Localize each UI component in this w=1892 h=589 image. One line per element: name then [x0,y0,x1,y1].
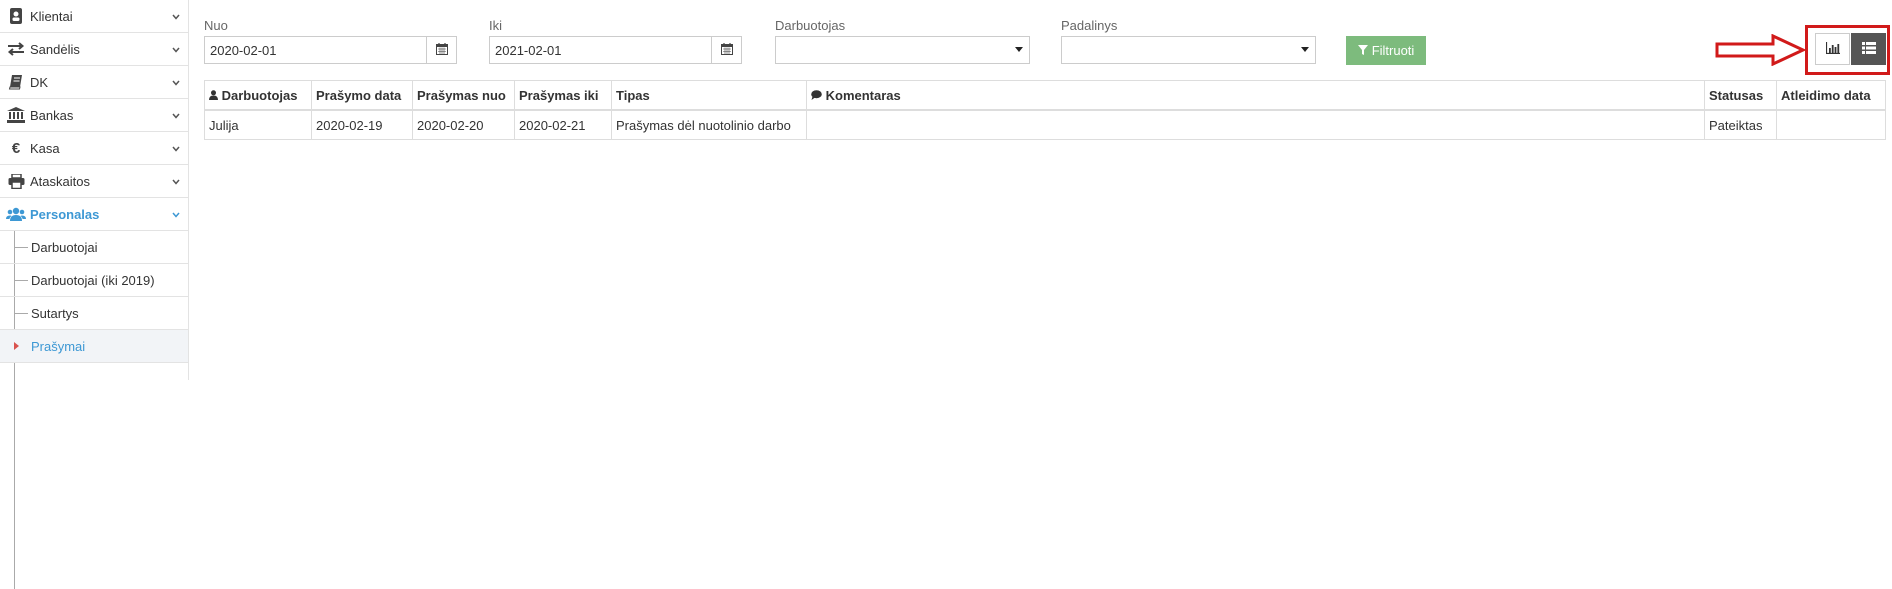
column-header-request-from[interactable]: Prašymas nuo [412,80,515,111]
department-select[interactable] [1061,36,1316,64]
column-header-label: Komentaras [825,87,901,103]
department-label: Padalinys [1061,18,1118,33]
from-calendar-button[interactable] [427,36,457,64]
calendar-icon [720,42,733,58]
cell-request-to: 2020-02-21 [514,109,612,140]
sidebar-item-label: Ataskaitos [30,173,90,189]
sidebar-subitem-prasymai[interactable]: Prašymai [0,330,188,363]
employee-label: Darbuotojas [775,18,846,33]
filter-button-label: Filtruoti [1371,43,1415,58]
sidebar-submenu: Darbuotojai Darbuotojai (iki 2019) Sutar… [0,231,188,589]
user-icon [209,88,218,103]
printer-icon [6,171,26,191]
book-icon [6,72,26,92]
caret-down-icon [1015,47,1023,52]
employee-select[interactable] [775,36,1030,64]
table-header-row: Darbuotojas Prašymo data Prašymas nuo Pr… [204,80,1886,111]
cell-comment [806,109,1705,140]
sidebar-item-klientai[interactable]: Klientai [0,0,188,33]
sidebar-item-label: Klientai [30,8,73,24]
column-header-request-to[interactable]: Prašymas iki [514,80,612,111]
sidebar-item-sandelis[interactable]: Sandėlis [0,33,188,66]
column-header-comment[interactable]: Komentaras [806,80,1705,111]
list-view-button[interactable] [1851,33,1886,65]
sidebar-item-label: Kasa [30,140,60,156]
table-row[interactable]: Julija 2020-02-19 2020-02-20 2020-02-21 … [204,109,1886,140]
sidebar-item-bankas[interactable]: Bankas [0,99,188,132]
cell-dismissal-date [1776,109,1886,140]
active-marker-icon [14,342,19,350]
cell-type: Prašymas dėl nuotolinio darbo [611,109,807,140]
filter-button[interactable]: Filtruoti [1346,36,1426,65]
column-header-employee[interactable]: Darbuotojas [204,80,312,111]
list-icon [1861,41,1876,57]
sidebar-subitem-label: Prašymai [31,338,86,354]
to-label: Iki [489,18,502,33]
chevron-down-icon [171,43,181,58]
cell-request-date: 2020-02-19 [311,109,413,140]
sidebar-subitem-label: Darbuotojai [31,239,98,255]
sidebar-subitem-label: Darbuotojai (iki 2019) [31,272,155,288]
sidebar-item-label: Bankas [30,107,74,123]
bank-icon [6,105,26,125]
client-card-icon [6,6,26,26]
users-icon [6,204,26,224]
sidebar-item-personalas[interactable]: Personalas [0,198,188,231]
caret-down-icon [1301,47,1309,52]
chevron-down-icon [171,175,181,190]
to-date-input[interactable] [489,36,712,64]
chevron-down-icon [171,76,181,91]
cell-employee: Julija [204,109,312,140]
chevron-down-icon [171,208,181,223]
column-header-dismissal-date[interactable]: Atleidimo data [1776,80,1886,111]
exchange-icon [6,39,26,59]
sidebar: Klientai Sandėlis DK Bankas € Kasa Atask… [0,0,189,589]
cell-status: Pateiktas [1704,109,1777,140]
bar-chart-icon [1825,41,1840,57]
to-calendar-button[interactable] [712,36,742,64]
sidebar-item-kasa[interactable]: € Kasa [0,132,188,165]
sidebar-item-ataskaitos[interactable]: Ataskaitos [0,165,188,198]
column-header-request-date[interactable]: Prašymo data [311,80,413,111]
sidebar-item-label: Personalas [30,206,100,222]
sidebar-item-dk[interactable]: DK [0,66,188,99]
calendar-icon [435,42,448,58]
sidebar-item-label: DK [30,74,49,90]
column-header-label: Darbuotojas [221,87,298,103]
chevron-down-icon [171,109,181,124]
annotation-arrow-icon [1715,34,1807,66]
chevron-down-icon [171,142,181,157]
sidebar-subitem-label: Sutartys [31,305,79,321]
filter-icon [1357,43,1368,58]
sidebar-subitem-sutartys[interactable]: Sutartys [0,297,188,330]
sidebar-item-label: Sandėlis [30,41,80,57]
from-label: Nuo [204,18,228,33]
comment-icon [811,88,822,103]
chart-view-button[interactable] [1815,33,1850,65]
cell-request-from: 2020-02-20 [412,109,515,140]
from-date-input[interactable] [204,36,427,64]
sidebar-subitem-darbuotojai[interactable]: Darbuotojai [0,231,188,264]
column-header-status[interactable]: Statusas [1704,80,1777,111]
column-header-type[interactable]: Tipas [611,80,807,111]
euro-icon: € [11,139,21,157]
sidebar-subitem-darbuotojai-iki-2019[interactable]: Darbuotojai (iki 2019) [0,264,188,297]
requests-table: Darbuotojas Prašymo data Prašymas nuo Pr… [204,80,1886,140]
chevron-down-icon [171,10,181,25]
